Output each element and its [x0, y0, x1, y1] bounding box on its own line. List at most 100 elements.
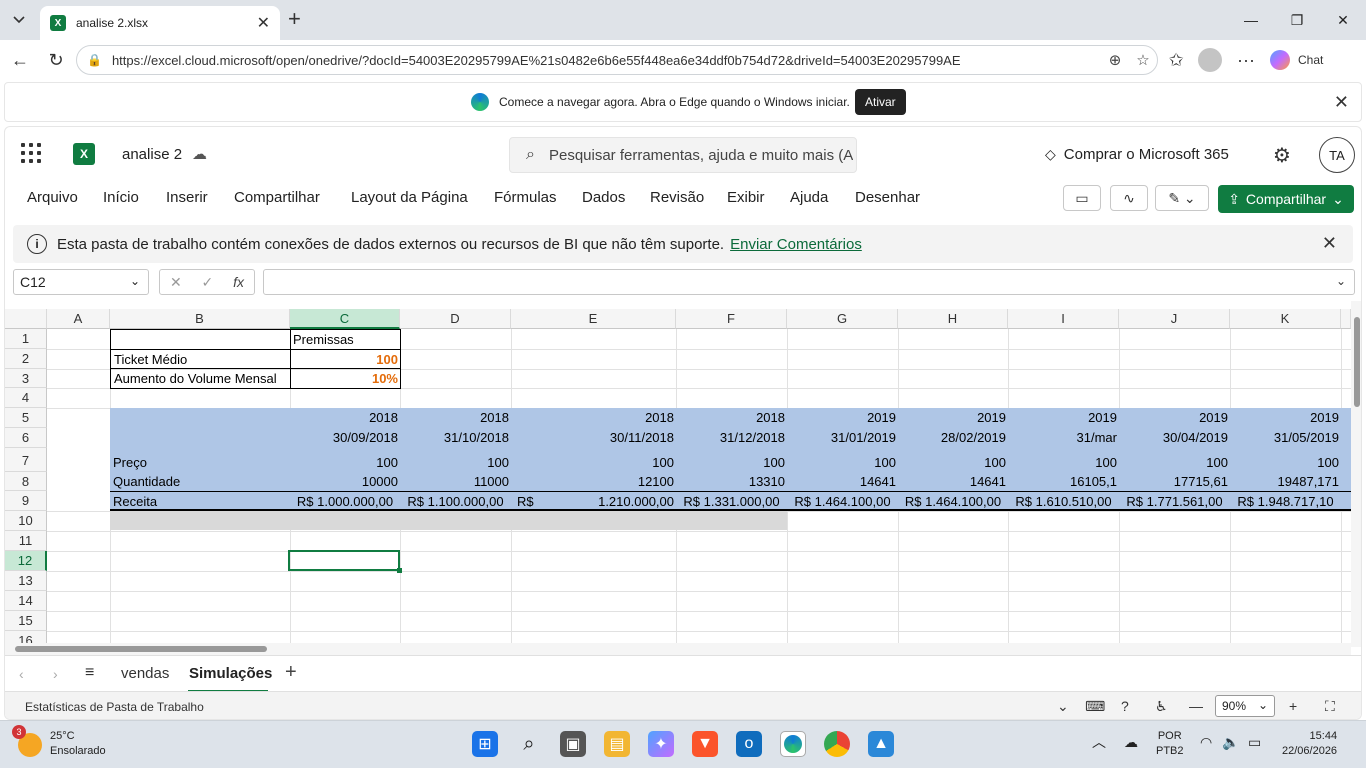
- document-name[interactable]: analise 2: [122, 146, 182, 163]
- zoom-icon[interactable]: ⊕: [1101, 51, 1129, 69]
- column-header-g[interactable]: G: [787, 309, 898, 329]
- share-button[interactable]: ⇪ Compartilhar ⌄: [1218, 185, 1354, 213]
- windows-start-icon[interactable]: ⊞: [472, 731, 498, 757]
- edge-browser-icon[interactable]: [780, 731, 806, 757]
- qty-cell[interactable]: 16105,1: [1008, 472, 1119, 491]
- year-cell[interactable]: 2019: [1230, 408, 1341, 428]
- date-cell[interactable]: 31/10/2018: [400, 428, 511, 448]
- gear-icon[interactable]: ⚙: [1273, 143, 1291, 168]
- row-header[interactable]: 5: [5, 408, 47, 428]
- column-header-a[interactable]: A: [47, 309, 110, 329]
- horizontal-scrollbar[interactable]: [5, 643, 1351, 655]
- network-status-icon[interactable]: ☁: [1124, 735, 1138, 750]
- browser-tab[interactable]: X analise 2.xlsx ✕: [40, 6, 280, 40]
- zoom-select[interactable]: 90% ⌄: [1215, 695, 1275, 717]
- year-cell[interactable]: 2019: [1008, 408, 1119, 428]
- row-header[interactable]: 8: [5, 472, 47, 491]
- tab-inserir[interactable]: Inserir: [166, 189, 208, 206]
- column-header-k[interactable]: K: [1230, 309, 1341, 329]
- tab-revisao[interactable]: Revisão: [650, 189, 704, 206]
- date-cell[interactable]: 28/02/2019: [898, 428, 1008, 448]
- qty-cell[interactable]: 14641: [898, 472, 1008, 491]
- year-cell[interactable]: 2018: [400, 408, 511, 428]
- cell-b7[interactable]: Preço: [110, 453, 290, 472]
- chrome-icon[interactable]: [824, 731, 850, 757]
- fullscreen-icon[interactable]: ⛶: [1325, 698, 1335, 715]
- row-header[interactable]: 13: [5, 571, 47, 591]
- editing-mode-button[interactable]: ✎ ⌄: [1155, 185, 1209, 211]
- feedback-link[interactable]: Enviar Comentários: [730, 236, 862, 253]
- battery-icon[interactable]: ▭: [1248, 735, 1261, 750]
- all-sheets-icon[interactable]: ≡: [85, 664, 94, 682]
- outlook-icon[interactable]: o: [736, 731, 762, 757]
- revenue-cell[interactable]: R$ 1.100.000,00: [400, 492, 511, 510]
- formula-input[interactable]: ⌄: [263, 269, 1355, 295]
- revenue-cell[interactable]: R$ 1.331.000,00: [676, 492, 787, 510]
- account-avatar[interactable]: TA: [1319, 137, 1355, 173]
- site-info-icon[interactable]: 🔒: [87, 53, 102, 67]
- activate-button[interactable]: Ativar: [855, 89, 906, 115]
- enter-icon[interactable]: ✓: [202, 274, 214, 291]
- revenue-cell[interactable]: R$ 1.610.510,00: [1008, 492, 1119, 510]
- spreadsheet-grid[interactable]: A B C D E F G H I J K 1 2 3 4 5 6 7 8 9 …: [5, 309, 1351, 643]
- column-header-h[interactable]: H: [898, 309, 1008, 329]
- active-cell-c12[interactable]: [288, 550, 400, 571]
- help-icon[interactable]: ?: [1121, 698, 1129, 714]
- cell-b2[interactable]: Ticket Médio: [110, 349, 291, 369]
- revenue-cell[interactable]: R$ 1.771.561,00: [1119, 492, 1230, 510]
- row-header[interactable]: 12: [5, 551, 47, 571]
- cancel-icon[interactable]: ✕: [170, 274, 182, 291]
- search-box[interactable]: ⌕ Pesquisar ferramentas, ajuda e muito m…: [509, 137, 857, 173]
- row-header[interactable]: 10: [5, 511, 47, 531]
- zoom-in-icon[interactable]: +: [1289, 698, 1297, 714]
- date-cell[interactable]: 31/05/2019: [1230, 428, 1341, 448]
- row-header[interactable]: 2: [5, 349, 47, 369]
- volume-icon[interactable]: 🔈: [1222, 735, 1239, 750]
- tab-inicio[interactable]: Início: [103, 189, 139, 206]
- price-cell[interactable]: 100: [676, 453, 787, 472]
- revenue-cell[interactable]: R$ 1.000.000,00: [290, 492, 400, 510]
- wifi-icon[interactable]: ◠: [1200, 735, 1212, 750]
- revenue-cell[interactable]: R$ 1.464.100,00: [898, 492, 1008, 510]
- weather-widget[interactable]: 3 25°C Ensolarado: [12, 725, 106, 759]
- row-header[interactable]: 3: [5, 369, 47, 388]
- year-cell[interactable]: 2018: [511, 408, 676, 428]
- insert-function-icon[interactable]: fx: [233, 274, 244, 290]
- column-header-c[interactable]: C: [290, 309, 400, 329]
- date-cell[interactable]: 31/01/2019: [787, 428, 898, 448]
- tab-arquivo[interactable]: Arquivo: [27, 189, 78, 206]
- row-header[interactable]: 7: [5, 448, 47, 472]
- buy-microsoft-365-button[interactable]: ◇ Comprar o Microsoft 365: [1045, 146, 1229, 163]
- row-header[interactable]: 4: [5, 388, 47, 408]
- revenue-cell[interactable]: R$ 1.948.717,10: [1230, 492, 1341, 510]
- workbook-statistics[interactable]: Estatísticas de Pasta de Trabalho: [25, 700, 204, 714]
- row-header[interactable]: 11: [5, 531, 47, 551]
- row-header[interactable]: 9: [5, 491, 47, 511]
- cell-b1[interactable]: [110, 329, 291, 350]
- column-header-b[interactable]: B: [110, 309, 290, 329]
- copilot-icon[interactable]: ✦: [648, 731, 674, 757]
- tab-exibir[interactable]: Exibir: [727, 189, 765, 206]
- add-sheet-button[interactable]: +: [285, 661, 297, 684]
- cell-c3[interactable]: 10%: [290, 368, 401, 389]
- photos-icon[interactable]: ▲: [868, 731, 894, 757]
- prev-sheet-icon[interactable]: ‹: [19, 666, 24, 682]
- close-window-button[interactable]: ✕: [1320, 0, 1366, 40]
- clock[interactable]: 15:44 22/06/2026: [1282, 729, 1337, 759]
- cell-c2[interactable]: 100: [290, 349, 401, 369]
- minimize-button[interactable]: —: [1228, 0, 1274, 40]
- catch-up-button[interactable]: ∿: [1110, 185, 1148, 211]
- cell-c1[interactable]: Premissas: [290, 329, 401, 350]
- tab-list-button[interactable]: [6, 7, 32, 33]
- cell-b9[interactable]: Receita: [110, 492, 290, 510]
- tab-layout-pagina[interactable]: Layout da Página: [351, 189, 468, 206]
- row-header[interactable]: 15: [5, 611, 47, 631]
- revenue-cell-currency[interactable]: R$: [511, 492, 551, 510]
- cell-b8[interactable]: Quantidade: [110, 472, 290, 491]
- year-cell[interactable]: 2018: [290, 408, 400, 428]
- column-header-j[interactable]: J: [1119, 309, 1230, 329]
- qty-cell[interactable]: 14641: [787, 472, 898, 491]
- tab-dados[interactable]: Dados: [582, 189, 625, 206]
- row-header[interactable]: 14: [5, 591, 47, 611]
- column-header-d[interactable]: D: [400, 309, 511, 329]
